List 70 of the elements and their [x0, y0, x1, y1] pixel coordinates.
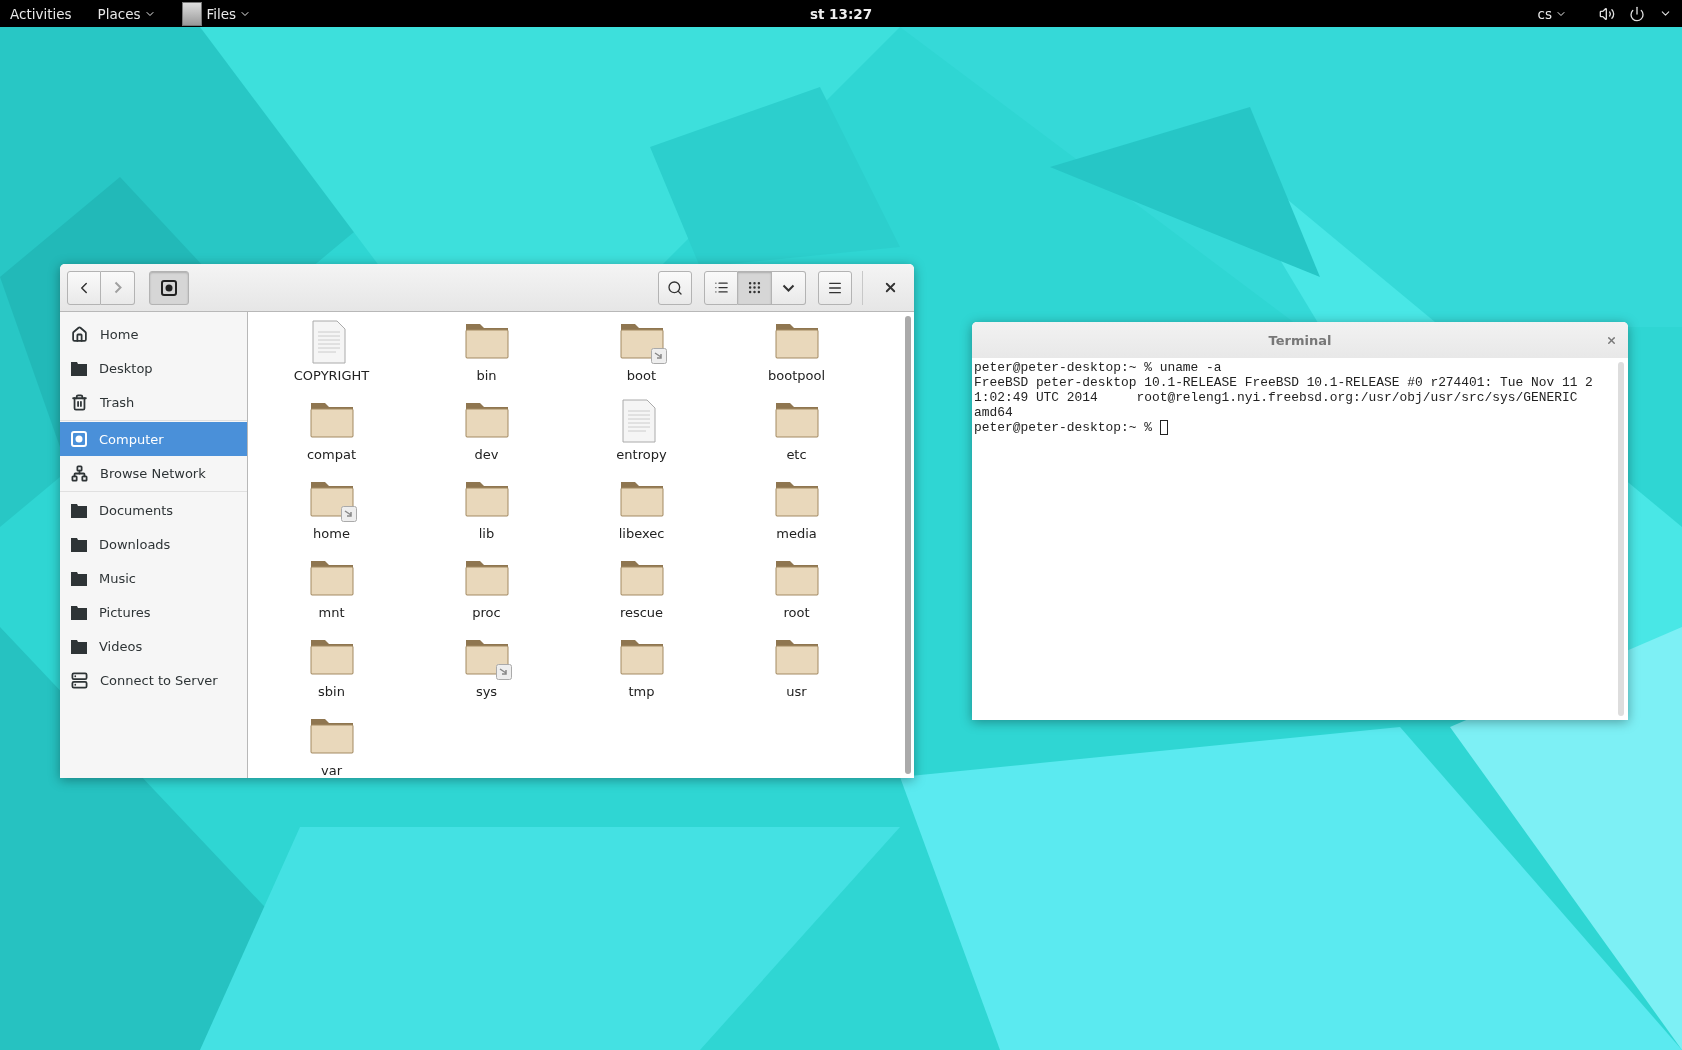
chevron-right-icon	[113, 281, 122, 294]
sidebar-item[interactable]: Videos	[60, 629, 247, 663]
file-name[interactable]: bootpool	[768, 368, 825, 383]
input-source-menu[interactable]: cs	[1537, 5, 1567, 22]
file-name[interactable]: sys	[475, 684, 498, 699]
window-title: Terminal	[1268, 332, 1332, 348]
folder-icon	[71, 536, 87, 552]
app-menu[interactable]: Files	[181, 1, 252, 26]
file-name[interactable]: etc	[786, 447, 807, 462]
power-icon[interactable]	[1629, 5, 1645, 22]
search-button[interactable]	[658, 270, 692, 305]
file-name[interactable]: compat	[306, 447, 357, 462]
home-icon	[71, 325, 88, 343]
folder-icon	[71, 638, 87, 654]
server-icon	[71, 671, 88, 689]
volume-icon[interactable]	[1599, 5, 1615, 22]
terminal-line: peter@peter-desktop:~ %	[974, 420, 1153, 435]
grid-icon	[747, 280, 762, 295]
network-icon	[71, 464, 88, 482]
terminal-line: amd64	[974, 405, 1013, 420]
sidebar-item[interactable]: Home	[60, 317, 247, 351]
sidebar-item[interactable]: Downloads	[60, 527, 247, 561]
file-name[interactable]: root	[783, 605, 810, 620]
grid-view-button[interactable]	[738, 270, 772, 305]
folder-icon	[71, 502, 87, 518]
sidebar-item[interactable]: Browse Network	[60, 456, 247, 490]
close-icon	[1605, 334, 1617, 346]
sidebar-item[interactable]: Documents	[60, 493, 247, 527]
activities-button[interactable]: Activities	[10, 5, 72, 22]
view-options-button[interactable]	[772, 270, 806, 305]
scrollbar[interactable]	[1618, 362, 1624, 716]
file-name[interactable]: bin	[476, 368, 497, 383]
file-name[interactable]: boot	[626, 368, 657, 383]
file-name[interactable]: entropy	[616, 447, 667, 462]
sidebar-item[interactable]: Music	[60, 561, 247, 595]
drive-icon	[71, 431, 87, 447]
file-name[interactable]: rescue	[619, 605, 664, 620]
terminal-line: 1:02:49 UTC 2014 root@releng1.nyi.freebsd.org:/usr/obj/usr/src/sys/GENERIC	[974, 390, 1578, 405]
file-name[interactable]: mnt	[318, 605, 345, 620]
file-name[interactable]: lib	[478, 526, 495, 541]
sidebar-item[interactable]: Connect to Server	[60, 663, 247, 697]
menu-button[interactable]	[818, 270, 852, 305]
sidebar-item[interactable]: Pictures	[60, 595, 247, 629]
list-view-button[interactable]	[704, 270, 738, 305]
folder-icon	[71, 604, 87, 620]
drive-icon	[161, 279, 177, 296]
terminal-line: FreeBSD peter-desktop 10.1-RELEASE FreeBSD 10.1-RELEASE #0 r274401: Tue Nov 11 2	[974, 375, 1593, 390]
trash-icon	[71, 393, 88, 411]
search-icon	[667, 279, 683, 296]
file-name[interactable]: tmp	[628, 684, 655, 699]
file-name[interactable]: usr	[786, 684, 807, 699]
sidebar-item[interactable]: Trash	[60, 385, 247, 419]
chevron-down-icon	[782, 283, 795, 292]
folder-icon	[71, 570, 87, 586]
scrollbar[interactable]	[905, 316, 911, 774]
file-name[interactable]: dev	[474, 447, 499, 462]
file-name[interactable]: libexec	[618, 526, 665, 541]
list-icon	[713, 280, 729, 295]
file-name[interactable]: proc	[472, 605, 501, 620]
sidebar-item[interactable]: Desktop	[60, 351, 247, 385]
clock[interactable]: st 13:27	[809, 5, 873, 22]
location-button[interactable]	[149, 270, 189, 305]
file-name[interactable]: media	[776, 526, 817, 541]
folder-icon	[71, 360, 87, 376]
file-name[interactable]: var	[321, 763, 342, 778]
app-menu[interactable]: Places	[97, 5, 156, 22]
file-name[interactable]: home	[313, 526, 350, 541]
file-name[interactable]: COPYRIGHT	[293, 368, 370, 383]
terminal-line: peter@peter-desktop:~ % uname -a	[974, 360, 1222, 375]
file-name[interactable]: sbin	[318, 684, 345, 699]
